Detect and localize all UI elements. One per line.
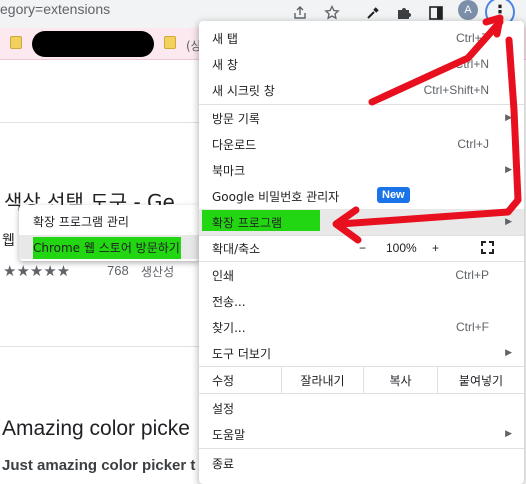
folder-icon[interactable]	[10, 36, 22, 49]
menu-label: 인쇄	[212, 268, 235, 283]
menu-print[interactable]: 인쇄 Ctrl+P	[199, 262, 524, 288]
submenu-manage-label: 확장 프로그램 관리	[33, 214, 129, 229]
submenu-arrow-icon: ▶	[505, 165, 512, 175]
menu-label: 다운로드	[212, 137, 257, 152]
redacted-bookmark[interactable]	[32, 31, 154, 57]
description-title: Amazing color picke	[2, 417, 190, 440]
submenu-arrow-icon: ▶	[505, 217, 512, 227]
menu-label: 새 탭	[212, 31, 238, 46]
web-prefix: 웹	[2, 233, 15, 249]
menu-label: 방문 기록	[212, 111, 260, 126]
menu-shortcut: Ctrl+F	[456, 320, 489, 334]
zoom-in-button[interactable]: +	[432, 241, 439, 255]
submenu-arrow-icon: ▶	[505, 348, 512, 358]
menu-shortcut: Ctrl+P	[455, 268, 489, 282]
menu-exit[interactable]: 종료	[199, 450, 524, 476]
profile-avatar[interactable]: A	[458, 0, 478, 20]
menu-cast[interactable]: 전송...	[199, 288, 524, 314]
submenu-store-label[interactable]: Chrome 웹 스토어 방문하기	[33, 239, 180, 256]
submenu-arrow-icon: ▶	[505, 429, 512, 439]
menu-label: 종료	[212, 456, 235, 471]
copy-button[interactable]: 복사	[363, 367, 437, 393]
menu-label: 도움말	[212, 427, 246, 442]
divider	[0, 346, 200, 347]
menu-bookmarks[interactable]: 북마크 ▶	[199, 157, 524, 183]
paste-button[interactable]: 붙여넣기	[437, 367, 524, 393]
menu-label: 찾기...	[212, 320, 246, 335]
cut-button[interactable]: 잘라내기	[281, 367, 363, 393]
menu-more-tools[interactable]: 도구 더보기 ▶	[199, 340, 524, 366]
menu-new-window[interactable]: 새 창 Ctrl+N	[199, 51, 524, 77]
menu-extensions-label[interactable]: 확장 프로그램	[212, 214, 282, 231]
menu-label: 북마크	[212, 163, 246, 178]
menu-downloads[interactable]: 다운로드 Ctrl+J	[199, 131, 524, 157]
rating-stars: ★★★★★	[3, 262, 71, 280]
screenshot-root: egory=extensions A ⋮ (상 색상 선택 도구 - Ge 웹 …	[0, 0, 526, 484]
menu-label: 설정	[212, 401, 235, 416]
menu-zoom: 확대/축소 − 100% +	[199, 235, 524, 261]
menu-shortcut: Ctrl+Shift+N	[423, 83, 489, 97]
address-bar-text[interactable]: egory=extensions	[0, 1, 110, 17]
menu-settings[interactable]: 설정	[199, 395, 524, 421]
menu-separator	[199, 448, 524, 449]
menu-label: Google 비밀번호 관리자	[212, 189, 340, 204]
menu-shortcut: Ctrl+T	[456, 31, 489, 45]
menu-label: 전송...	[212, 294, 246, 309]
submenu-arrow-icon: ▶	[505, 113, 512, 123]
menu-shortcut: Ctrl+N	[454, 57, 489, 71]
menu-edit: 수정 잘라내기 복사 붙여넣기	[199, 367, 524, 393]
divider	[0, 122, 200, 123]
menu-help[interactable]: 도움말 ▶	[199, 421, 524, 447]
rating-count: 768	[107, 263, 129, 278]
menu-new-tab[interactable]: 새 탭 Ctrl+T	[199, 25, 524, 51]
menu-separator	[199, 393, 524, 394]
fullscreen-icon[interactable]	[481, 241, 494, 254]
menu-label: 도구 더보기	[212, 346, 272, 361]
menu-label: 새 창	[212, 57, 238, 72]
folder-icon[interactable]	[164, 36, 176, 49]
menu-history[interactable]: 방문 기록 ▶	[199, 105, 524, 131]
menu-label: 확대/축소	[212, 241, 261, 256]
menu-label: 수정	[212, 373, 235, 388]
menu-label: 새 시크릿 창	[212, 83, 275, 98]
zoom-out-button[interactable]: −	[359, 241, 366, 255]
chrome-main-menu: 새 탭 Ctrl+T 새 창 Ctrl+N 새 시크릿 창 Ctrl+Shift…	[199, 21, 524, 484]
submenu-manage-extensions[interactable]: 확장 프로그램 관리	[19, 209, 200, 233]
menu-passwords[interactable]: Google 비밀번호 관리자 New	[199, 183, 524, 209]
description-text: Just amazing color picker t	[2, 457, 196, 474]
rating-category[interactable]: 생산성	[141, 263, 174, 280]
zoom-level: 100%	[386, 241, 417, 255]
new-badge: New	[377, 187, 410, 203]
menu-incognito[interactable]: 새 시크릿 창 Ctrl+Shift+N	[199, 77, 524, 103]
menu-shortcut: Ctrl+J	[457, 137, 489, 151]
menu-find[interactable]: 찾기... Ctrl+F	[199, 314, 524, 340]
